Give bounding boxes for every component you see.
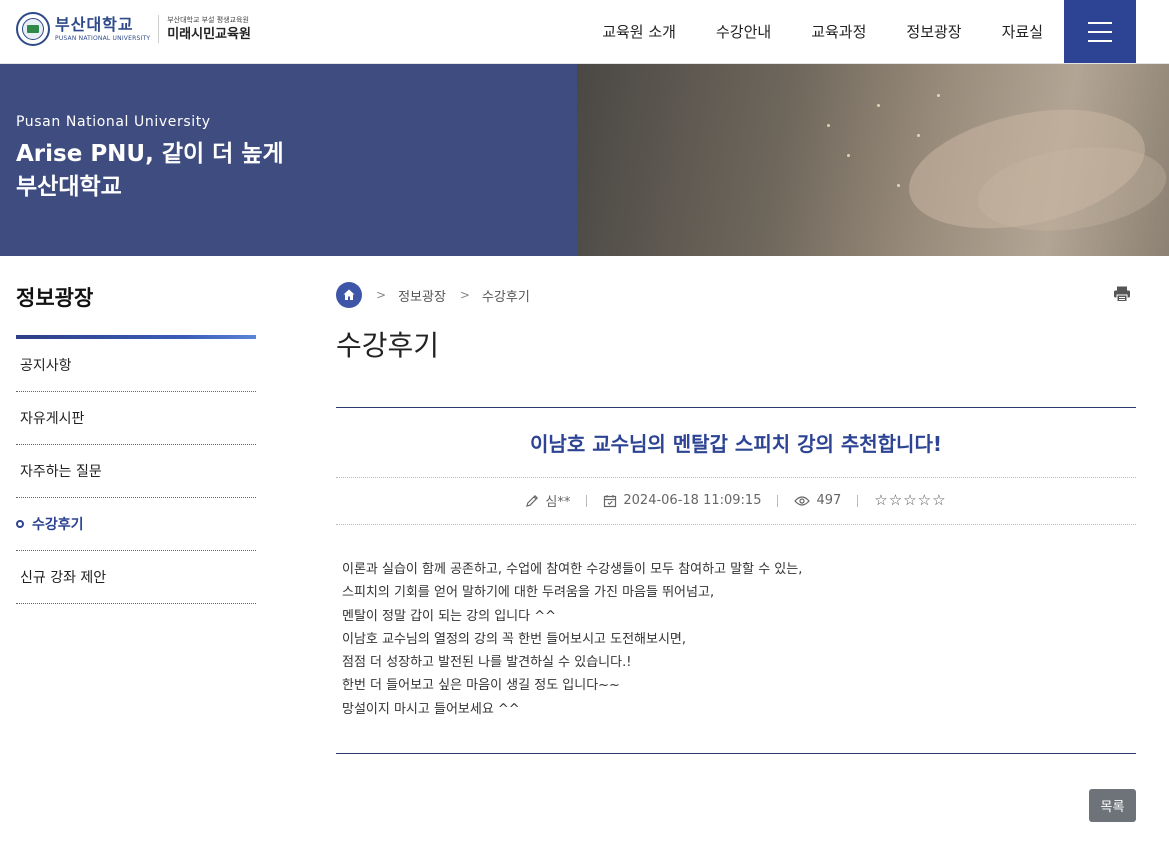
post-body-line: 한번 더 들어보고 싶은 마음이 생길 정도 입니다~~ xyxy=(342,678,620,694)
nav-item-resources[interactable]: 자료실 xyxy=(1002,21,1043,42)
breadcrumb-item-info[interactable]: 정보광장 xyxy=(398,286,446,305)
post-title: 이남호 교수님의 멘탈갑 스피치 강의 추천합니다! xyxy=(530,432,942,456)
sidebar-item-notice[interactable]: 공지사항 xyxy=(16,339,256,392)
post-author: 심** xyxy=(525,491,570,510)
nav-item-about[interactable]: 교육원 소개 xyxy=(602,21,676,42)
star-outline-icon: ☆ xyxy=(874,491,888,509)
sidebar-item-course-proposal[interactable]: 신규 강좌 제안 xyxy=(16,551,256,604)
sidebar-item-label: 자주하는 질문 xyxy=(20,464,102,480)
star-outline-icon: ☆ xyxy=(932,491,946,509)
logo-sub-small: 부산대학교 부설 평생교육원 xyxy=(167,16,249,24)
post-body-line: 점점 더 성장하고 발전된 나를 발견하실 수 있습니다.! xyxy=(342,655,632,671)
hamburger-icon[interactable] xyxy=(1064,0,1136,63)
logo-name-ko: 부산대학교 xyxy=(55,14,134,34)
post-divider xyxy=(336,477,1136,478)
site-logo[interactable]: 부산대학교 PUSAN NATIONAL UNIVERSITY 부산대학교 부설… xyxy=(16,12,251,46)
post-views: 497 xyxy=(794,493,841,508)
main-nav: 교육원 소개 수강안내 교육과정 정보광장 자료실 xyxy=(562,0,1043,63)
post-date-value: 2024-06-18 11:09:15 xyxy=(623,493,762,508)
sidebar-item-label: 공지사항 xyxy=(20,358,72,374)
post-body-line: 이남호 교수님의 열정의 강의 꼭 한번 들어보시고 도전해보시면, xyxy=(342,631,687,647)
university-seal-icon xyxy=(16,12,50,46)
sidebar-title: 정보광장 xyxy=(16,286,94,310)
pencil-icon xyxy=(526,494,539,507)
post-body-line: 멘탈이 정말 갑이 되는 강의 입니다 ^^ xyxy=(342,608,557,624)
printer-icon[interactable] xyxy=(1113,286,1131,306)
breadcrumb: > 정보광장 > 수강후기 xyxy=(336,282,530,308)
post-body-line: 이론과 실습이 함께 공존하고, 수업에 참여한 수강생들이 모두 참여하고 말… xyxy=(342,562,803,577)
sidebar-item-label: 신규 강좌 제안 xyxy=(20,570,107,586)
list-button[interactable]: 목록 xyxy=(1089,789,1136,822)
nav-item-guide[interactable]: 수강안내 xyxy=(716,21,771,42)
sidebar-item-label: 수강후기 xyxy=(32,517,84,533)
hero-banner: Pusan National University Arise PNU, 같이 … xyxy=(0,64,1169,256)
post-meta: 심** 2024-06-18 11:09:15 497 ☆ ☆ ☆ ☆ ☆ xyxy=(336,491,1136,510)
breadcrumb-chevron-icon: > xyxy=(376,288,387,302)
star-outline-icon: ☆ xyxy=(903,491,917,509)
sidebar-item-reviews[interactable]: 수강후기 xyxy=(16,498,256,551)
meta-separator xyxy=(777,494,779,507)
active-dot-icon xyxy=(16,520,24,528)
post-author-name: 심** xyxy=(545,495,571,510)
post-body-line: 스피치의 기회를 얻어 말하기에 대한 두려움을 가진 마음들 뛰어넘고, xyxy=(342,585,715,601)
post-views-count: 497 xyxy=(816,493,842,508)
nav-item-courses[interactable]: 교육과정 xyxy=(811,21,866,42)
post-divider xyxy=(336,524,1136,525)
site-header: 부산대학교 PUSAN NATIONAL UNIVERSITY 부산대학교 부설… xyxy=(0,0,1169,64)
breadcrumb-item-reviews[interactable]: 수강후기 xyxy=(482,286,530,305)
sidebar-item-label: 자유게시판 xyxy=(20,411,85,427)
post-bottom-border xyxy=(336,753,1136,754)
hero-image xyxy=(577,64,1169,256)
hero-title-line1: Arise PNU, 같이 더 높게 xyxy=(16,141,284,167)
home-icon[interactable] xyxy=(336,282,362,308)
calendar-icon xyxy=(604,494,617,507)
meta-separator xyxy=(857,494,859,507)
post-body: 이론과 실습이 함께 공존하고, 수업에 참여한 수강생들이 모두 참여하고 말… xyxy=(342,558,1122,721)
hero-title-line2: 부산대학교 xyxy=(16,174,122,200)
star-outline-icon: ☆ xyxy=(917,491,932,509)
star-outline-icon: ☆ xyxy=(888,491,903,509)
meta-separator xyxy=(586,494,588,507)
eye-icon xyxy=(794,495,811,506)
sidebar-item-free-board[interactable]: 자유게시판 xyxy=(16,392,256,445)
post-top-border xyxy=(336,407,1136,408)
logo-name-en: PUSAN NATIONAL UNIVERSITY xyxy=(55,34,151,42)
hero-subtitle: Pusan National University xyxy=(16,114,211,130)
hero-title: Arise PNU, 같이 더 높게 부산대학교 xyxy=(16,138,284,204)
page-title: 수강후기 xyxy=(336,329,440,362)
sidebar-menu: 공지사항 자유게시판 자주하는 질문 수강후기 신규 강좌 제안 xyxy=(16,339,256,604)
post-date: 2024-06-18 11:09:15 xyxy=(603,493,761,508)
sidebar-item-faq[interactable]: 자주하는 질문 xyxy=(16,445,256,498)
logo-divider xyxy=(158,15,160,43)
breadcrumb-chevron-icon: > xyxy=(459,288,470,302)
logo-sub-big: 미래시민교육원 xyxy=(167,27,251,42)
post-body-line: 망설이지 마시고 들어보세요 ^^ xyxy=(342,701,520,717)
star-rating: ☆ ☆ ☆ ☆ ☆ xyxy=(874,493,946,508)
nav-item-info[interactable]: 정보광장 xyxy=(906,21,961,42)
